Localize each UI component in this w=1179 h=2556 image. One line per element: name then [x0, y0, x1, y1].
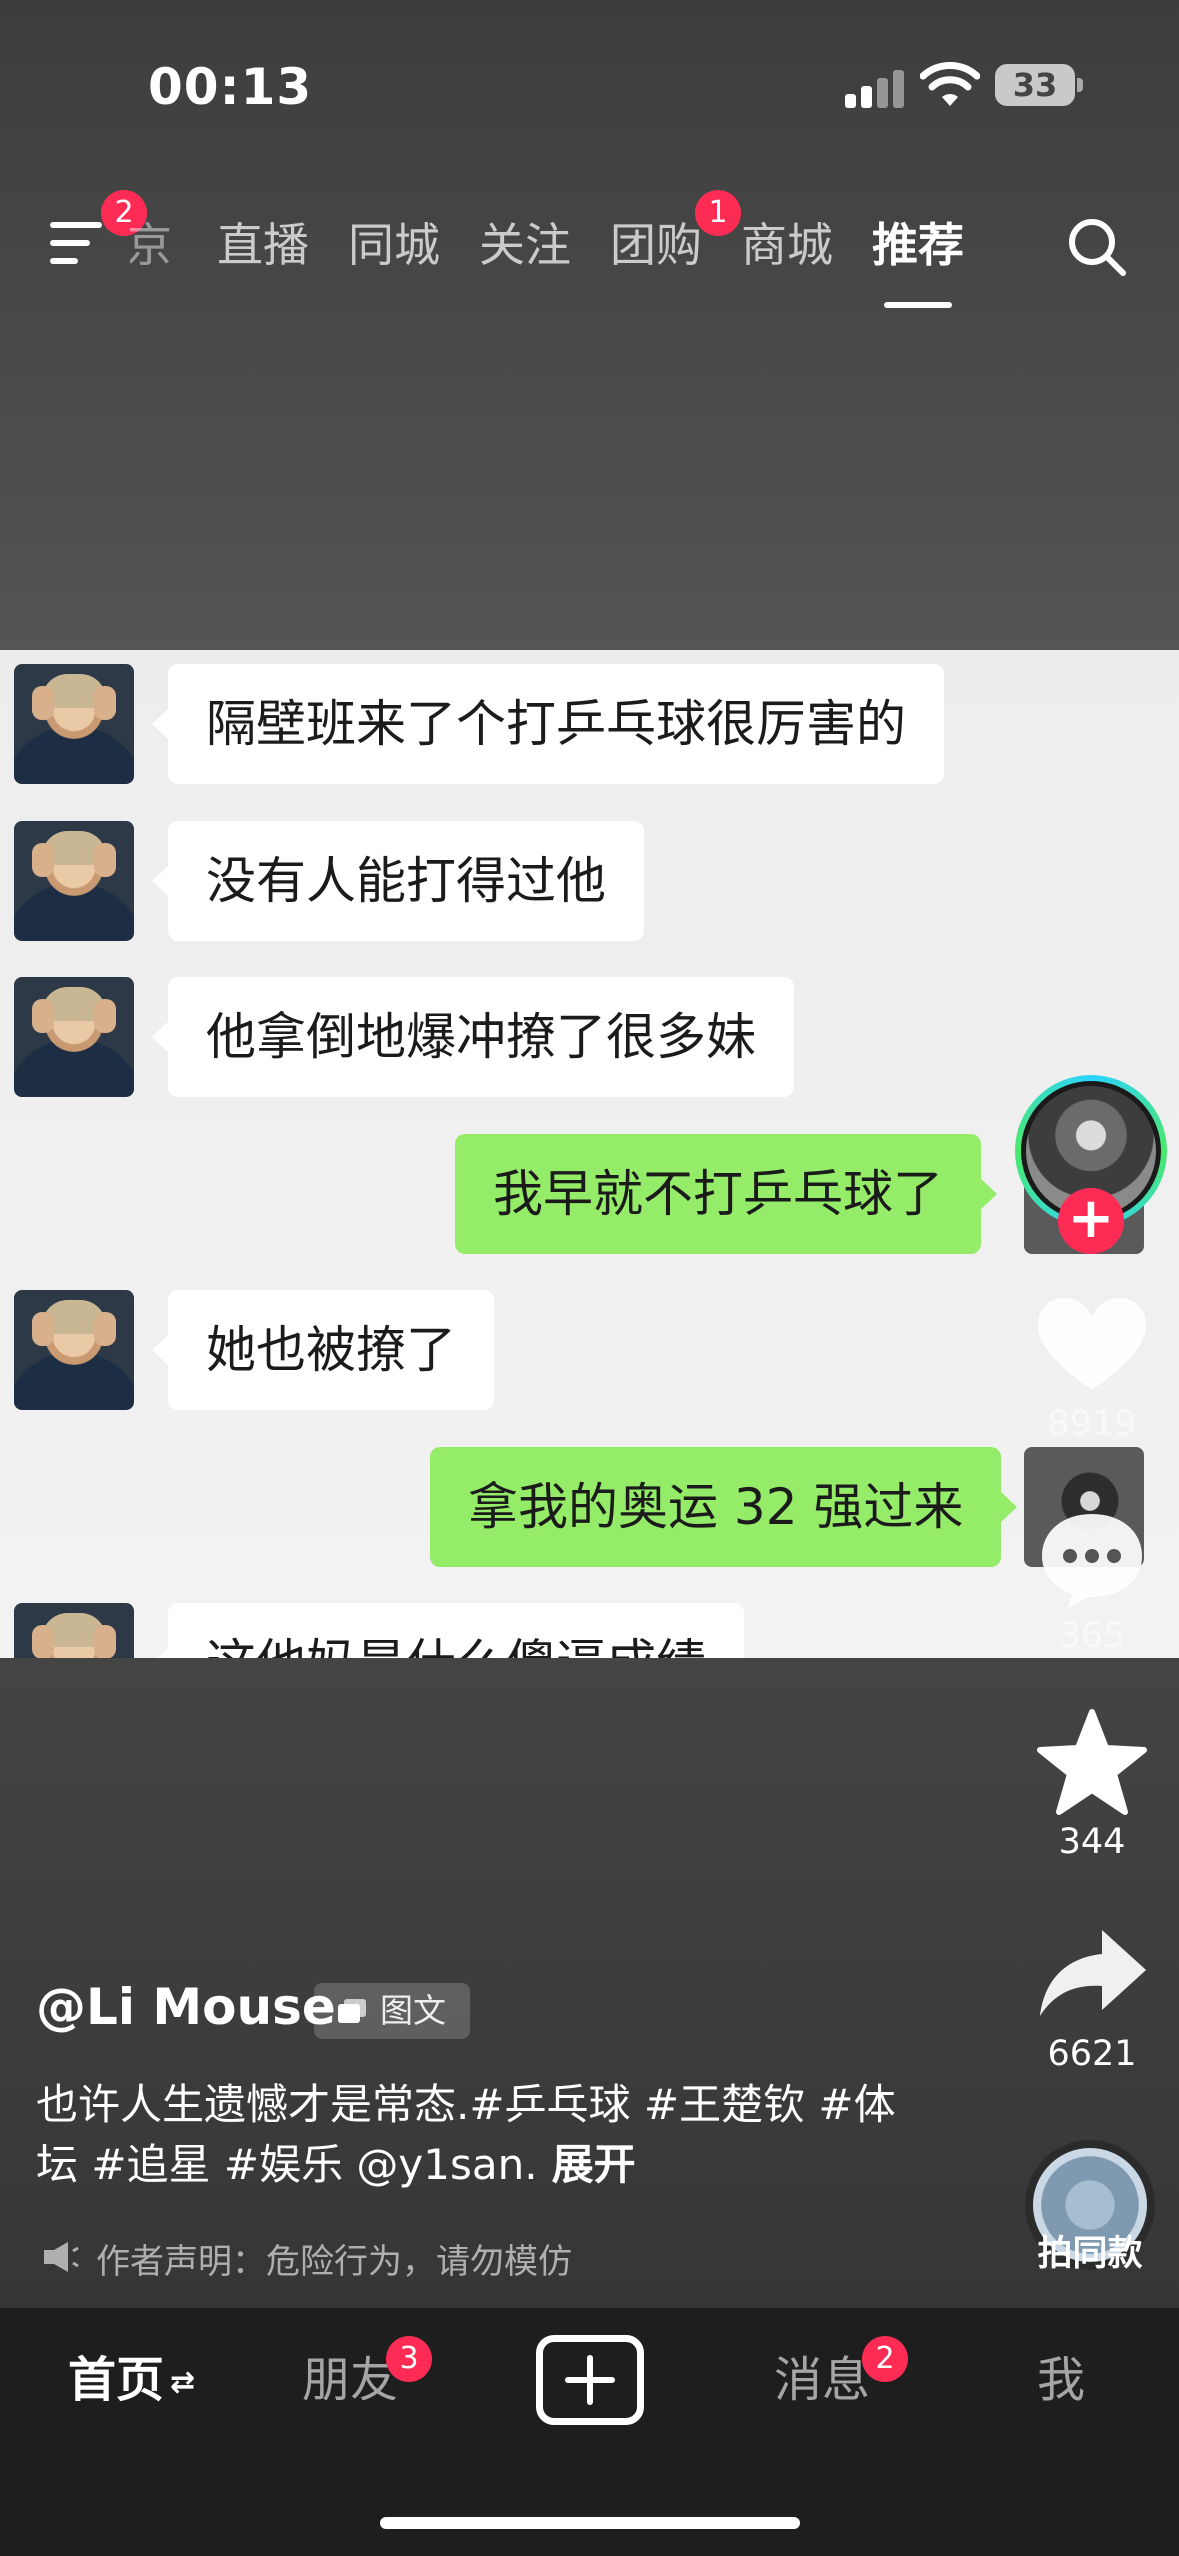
follow-button[interactable]: + [1058, 1188, 1124, 1254]
chat-message: 没有人能打得过他 [0, 821, 1179, 941]
tab-partial[interactable]: 京 [130, 210, 172, 280]
author-name[interactable]: @Li Mouse [36, 1978, 336, 2036]
create-button[interactable] [536, 2335, 644, 2425]
share-count: 6621 [1047, 2034, 1137, 2074]
chat-message: 拿我的奥运 32 强过来 [0, 1447, 1179, 1567]
chat-message: 他拿倒地爆冲撩了很多妹 [0, 977, 1179, 1097]
wifi-icon [920, 62, 980, 106]
use-template-label[interactable]: 拍同款 [1020, 2225, 1160, 2276]
tab-nearby[interactable]: 同城 [348, 210, 440, 280]
chat-bubble-left: 隔壁班来了个打乒乓球很厉害的 [152, 664, 944, 784]
sender-avatar [14, 1603, 134, 1658]
messages-badge: 2 [862, 2336, 908, 2382]
comment-button[interactable]: 365 [1030, 1502, 1154, 1656]
author-declaration: 作者声明：危险行为，请勿模仿 [40, 2234, 572, 2283]
share-button[interactable]: 6621 [1030, 1920, 1154, 2074]
chat-bubble-left: 他拿倒地爆冲撩了很多妹 [152, 977, 794, 1097]
comment-count: 365 [1058, 1616, 1126, 1656]
tab-following[interactable]: 关注 [479, 210, 571, 280]
chat-message: 我早就不打乒乓球了 [0, 1134, 1179, 1254]
like-button[interactable]: 8919 [1030, 1290, 1154, 1444]
comment-icon [1042, 1514, 1142, 1608]
nav-home[interactable]: 首页 ⇄ [68, 2340, 195, 2423]
home-indicator [380, 2517, 800, 2529]
chat-bubble-right: 拿我的奥运 32 强过来 [430, 1447, 1018, 1567]
chat-bubble-right: 我早就不打乒乓球了 [455, 1134, 997, 1254]
post-caption[interactable]: 也许人生遗憾才是常态.#乒乓球 #王楚钦 #体坛 #追星 #娱乐 @y1san.… [36, 2075, 896, 2195]
friends-badge: 3 [386, 2336, 432, 2382]
share-icon [1040, 1930, 1146, 2016]
favorite-count: 344 [1058, 1822, 1126, 1862]
search-icon[interactable] [1065, 215, 1129, 279]
chat-bubble-left: 没有人能打得过他 [152, 821, 644, 941]
post-type-tag: 图文 [314, 1983, 470, 2039]
chat-message: 这他妈是什么傻逼成绩 [0, 1603, 1179, 1658]
cellular-signal-icon [845, 68, 905, 108]
chat-screenshot-image[interactable]: 隔壁班来了个打乒乓球很厉害的 没有人能打得过他 他拿倒地爆冲撩了很多妹 我早就不… [0, 650, 1179, 1658]
sender-avatar [14, 1290, 134, 1410]
sender-avatar [14, 977, 134, 1097]
post-type-label: 图文 [380, 1991, 446, 2030]
declaration-text: 作者声明：危险行为，请勿模仿 [96, 2242, 572, 2282]
favorite-button[interactable]: 344 [1030, 1708, 1154, 1862]
star-icon [1037, 1709, 1147, 1815]
image-text-icon [338, 1999, 366, 2023]
group-buy-badge: 1 [695, 190, 741, 236]
tab-recommended[interactable]: 推荐 [872, 210, 964, 308]
chat-message: 隔壁班来了个打乒乓球很厉害的 [0, 664, 1179, 784]
chat-bubble-left: 她也被撩了 [152, 1290, 494, 1410]
speaker-icon [44, 2242, 79, 2272]
sender-avatar [14, 821, 134, 941]
battery-icon: 33 [995, 64, 1075, 106]
chat-message: 她也被撩了 [0, 1290, 1179, 1410]
nav-friends[interactable]: 朋友 [302, 2340, 398, 2420]
like-count: 8919 [1047, 1404, 1137, 1444]
nav-me[interactable]: 我 [1037, 2340, 1085, 2420]
heart-icon [1038, 1298, 1146, 1390]
battery-tip [1077, 78, 1083, 92]
tab-mall[interactable]: 商城 [741, 210, 833, 280]
nav-home-label: 首页 [68, 2352, 165, 2408]
menu-icon[interactable] [50, 222, 106, 266]
nav-messages[interactable]: 消息 [774, 2340, 870, 2420]
status-time: 00:13 [148, 58, 313, 116]
swap-icon: ⇄ [170, 2365, 196, 2400]
top-tabs: 京 直播 同城 关注 团购 商城 推荐 [130, 210, 1003, 308]
expand-link[interactable]: 展开 [552, 2140, 636, 2189]
sender-avatar [14, 664, 134, 784]
tab-group-buy[interactable]: 团购 [610, 210, 702, 280]
tab-live[interactable]: 直播 [217, 210, 309, 280]
chat-bubble-left: 这他妈是什么傻逼成绩 [152, 1603, 744, 1658]
caption-text: 也许人生遗憾才是常态.#乒乓球 #王楚钦 #体坛 #追星 #娱乐 @y1san. [36, 2080, 896, 2189]
